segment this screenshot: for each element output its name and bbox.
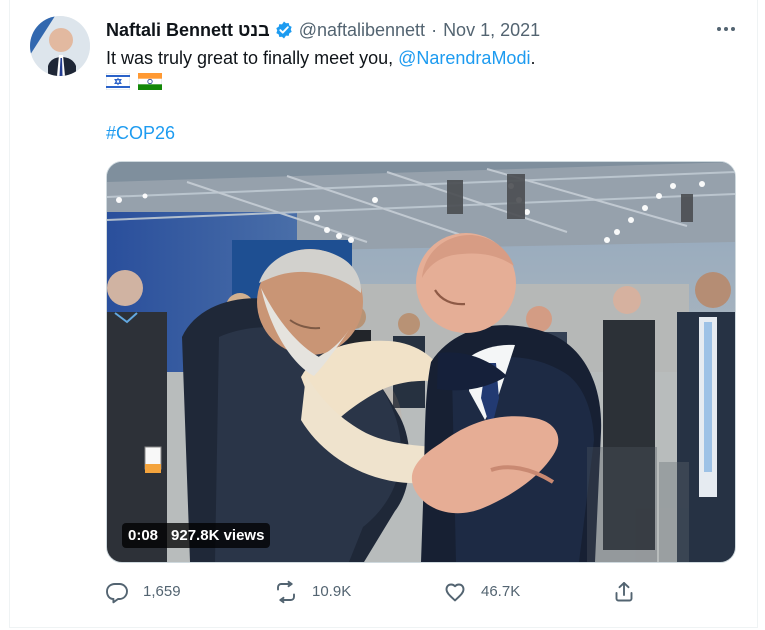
share-button[interactable]: [612, 580, 650, 604]
separator-dot: ·: [431, 20, 438, 40]
video-duration: 0:08: [128, 526, 159, 544]
india-flag-icon: [138, 73, 162, 90]
author-handle[interactable]: @naftalibennett: [299, 19, 425, 41]
tweet-actions: 1,659 10.9K 46.7K: [105, 580, 645, 606]
like-count: 46.7K: [481, 583, 521, 600]
share-icon: [615, 582, 633, 602]
video-media[interactable]: 0:08 927.8K views: [106, 161, 736, 563]
video-thumbnail[interactable]: [107, 162, 735, 562]
heart-icon: [445, 583, 465, 602]
author-name[interactable]: Naftali Bennett בנט: [106, 19, 270, 41]
tweet-text-prefix: It was truly great to finally meet you,: [106, 48, 399, 68]
israel-flag-icon: [106, 73, 130, 90]
tweet-header: Naftali Bennett בנט @naftalibennett · No…: [106, 19, 540, 41]
more-options-button[interactable]: [714, 17, 738, 41]
retweet-button[interactable]: 10.9K: [274, 580, 351, 604]
tweet-text-suffix: .: [530, 48, 536, 68]
avatar[interactable]: [30, 16, 90, 76]
hashtag-link[interactable]: #COP26: [106, 123, 175, 143]
reply-button[interactable]: 1,659: [105, 580, 181, 604]
tweet-date[interactable]: Nov 1, 2021: [443, 19, 540, 41]
retweet-icon: [277, 580, 295, 604]
tweet-text: It was truly great to finally meet you, …: [106, 46, 726, 70]
more-icon: [717, 27, 735, 31]
video-stats-badge: 0:08 927.8K views: [122, 523, 271, 548]
reply-icon: [106, 583, 128, 604]
verified-icon: [274, 20, 294, 40]
mention-link[interactable]: @NarendraModi: [398, 48, 530, 68]
flag-emojis: [106, 73, 162, 90]
like-button[interactable]: 46.7K: [443, 580, 520, 604]
retweet-count: 10.9K: [312, 583, 352, 600]
hashtag-line: #COP26: [106, 121, 175, 145]
reply-count: 1,659: [143, 583, 181, 600]
video-views: 927.8K views: [171, 526, 265, 544]
